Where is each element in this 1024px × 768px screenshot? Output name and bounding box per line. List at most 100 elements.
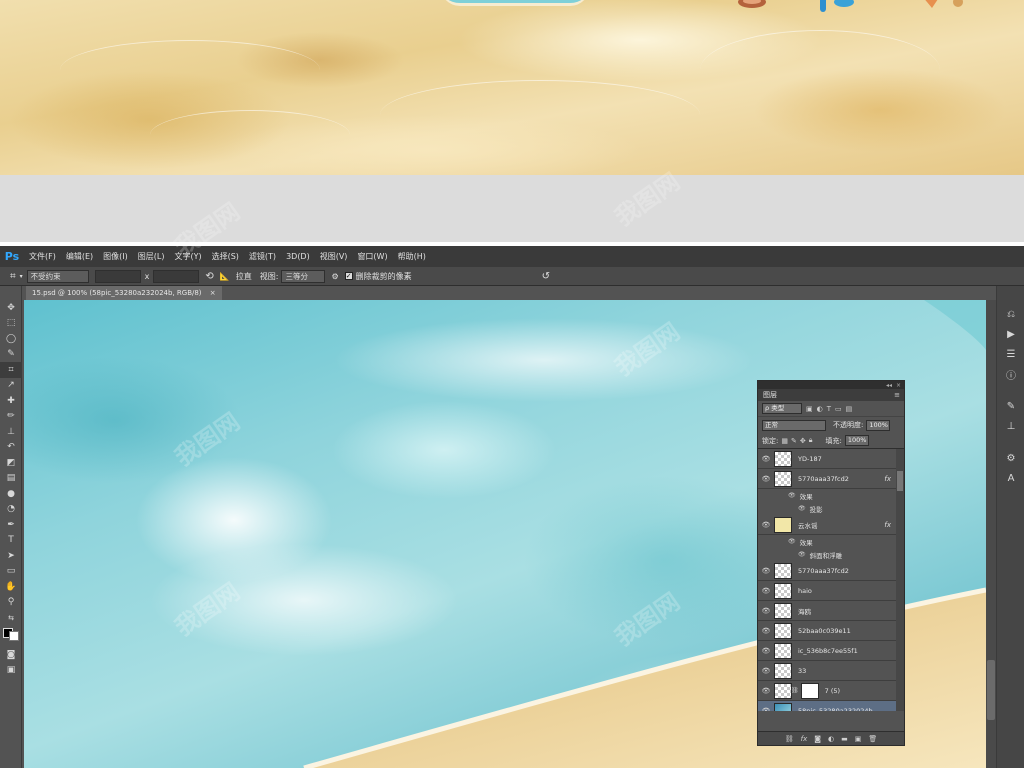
menu-select[interactable]: 选择(S) (207, 251, 244, 262)
dodge-tool-icon[interactable]: ◔ (0, 502, 22, 518)
menu-filter[interactable]: 滤镜(T) (244, 251, 281, 262)
settings-gear-icon[interactable]: ⚙ (331, 272, 338, 281)
close-panel-icon[interactable]: × (896, 382, 901, 389)
blend-mode-select[interactable]: 正常 (762, 419, 826, 431)
layers-scrollbar[interactable] (896, 449, 904, 711)
filter-adjustment-icon[interactable]: ◐ (817, 405, 823, 413)
close-tab-icon[interactable]: × (210, 289, 216, 297)
history-panel-icon[interactable]: ⎌ (997, 304, 1024, 324)
link-layers-icon[interactable]: ⛓︎ (785, 735, 794, 743)
history-brush-tool-icon[interactable]: ↶ (0, 440, 22, 456)
collapse-icon[interactable]: ◂◂ (886, 382, 892, 389)
layer-row[interactable]: 👁︎ 5770aaa37fcd2 (758, 561, 896, 581)
pen-tool-icon[interactable]: ✒ (0, 517, 22, 533)
menu-window[interactable]: 窗口(W) (352, 251, 392, 262)
eye-icon[interactable]: 👁︎ (758, 707, 774, 712)
layer-row[interactable]: 👁︎ YD-187 (758, 449, 896, 469)
color-swatches[interactable] (0, 626, 22, 642)
layer-row[interactable]: 👁︎ 33 (758, 661, 896, 681)
layer-row[interactable]: 👁︎ 海鸥 (758, 601, 896, 621)
eye-icon[interactable]: 👁︎ (758, 667, 774, 675)
eye-icon[interactable]: 👁︎ (758, 567, 774, 575)
adjustment-layer-icon[interactable]: ◐ (828, 735, 834, 743)
quick-mask-icon[interactable]: ◙ (0, 647, 22, 663)
vertical-scrollbar[interactable] (986, 300, 996, 768)
properties-panel-icon[interactable]: ☰ (997, 344, 1024, 364)
straighten-icon[interactable]: 📐 (220, 272, 230, 281)
adjust-panel-icon[interactable]: ⚙ (997, 448, 1024, 468)
eye-icon[interactable]: 👁︎ (758, 647, 774, 655)
layer-row[interactable]: 👁︎ ⛓︎ 7 (5) (758, 681, 896, 701)
blur-tool-icon[interactable]: ● (0, 486, 22, 502)
layer-row[interactable]: 👁︎ 52baa0c039e11 (758, 621, 896, 641)
marquee-tool-icon[interactable]: ⬚ (0, 316, 22, 332)
lock-pixels-icon[interactable]: ✎ (791, 437, 797, 445)
filter-shape-icon[interactable]: ▭ (835, 405, 842, 413)
effects-row[interactable]: 👁︎ 效果 (758, 489, 896, 502)
quick-select-tool-icon[interactable]: ✎ (0, 347, 22, 363)
lock-all-icon[interactable]: 🔒︎ (809, 436, 813, 445)
character-panel-icon[interactable]: A (997, 468, 1024, 488)
eye-icon[interactable]: 👁︎ (798, 505, 806, 512)
brush-tool-icon[interactable]: ✏ (0, 409, 22, 425)
tab-layers[interactable]: 图层 (763, 390, 777, 400)
opacity-input[interactable]: 100% (866, 419, 891, 431)
filter-smart-object-icon[interactable]: ▤ (846, 405, 853, 413)
zoom-tool-icon[interactable]: ⚲ (0, 595, 22, 611)
swap-colors-icon[interactable]: ⇆ (0, 610, 22, 626)
type-tool-icon[interactable]: T (0, 533, 22, 549)
layer-row[interactable]: 👁︎ haio (758, 581, 896, 601)
delete-layer-icon[interactable]: 🗑︎ (868, 735, 877, 743)
filter-type-icon[interactable]: T (827, 405, 831, 413)
tool-preset-dropdown-icon[interactable]: ▾ (20, 273, 23, 280)
menu-3d[interactable]: 3D(D) (281, 252, 315, 261)
add-mask-icon[interactable]: ◙ (814, 735, 821, 743)
delete-cropped-label[interactable]: 删除裁剪的像素 (356, 271, 412, 282)
eye-icon[interactable]: 👁︎ (788, 492, 796, 499)
eraser-tool-icon[interactable]: ◩ (0, 455, 22, 471)
screen-mode-icon[interactable]: ▣ (0, 663, 22, 679)
eyedropper-tool-icon[interactable]: ↗ (0, 378, 22, 394)
width-input[interactable] (94, 269, 141, 283)
clone-stamp-tool-icon[interactable]: ⊥ (0, 424, 22, 440)
layer-row[interactable]: 👁︎ 5770aaa37fcd2 fx (758, 469, 896, 489)
menu-view[interactable]: 视图(V) (315, 251, 353, 262)
filter-pixel-icon[interactable]: ▣ (806, 405, 813, 413)
menu-file[interactable]: 文件(F) (24, 251, 61, 262)
delete-cropped-checkbox[interactable]: ✓ (344, 272, 353, 280)
healing-brush-tool-icon[interactable]: ✚ (0, 393, 22, 409)
eye-icon[interactable]: 👁︎ (758, 455, 774, 463)
layer-row[interactable]: 👁︎ ic_536b8c7ee55f1 (758, 641, 896, 661)
fx-icon[interactable]: fx (884, 521, 891, 529)
layer-row[interactable]: 👁︎ 云水谣 fx (758, 515, 896, 535)
filter-kind-select[interactable]: ρ 类型 (762, 403, 802, 414)
link-chain-icon[interactable]: ⛓︎ (791, 687, 799, 694)
lasso-tool-icon[interactable]: ◯ (0, 331, 22, 347)
effect-row[interactable]: 👁︎ 斜面和浮雕 (758, 548, 896, 561)
gradient-tool-icon[interactable]: ▤ (0, 471, 22, 487)
eye-icon[interactable]: 👁︎ (758, 687, 774, 695)
document-tab[interactable]: 15.psd @ 100% (58pic_53280a232024b, RGB/… (26, 286, 222, 300)
eye-icon[interactable]: 👁︎ (758, 607, 774, 615)
eye-icon[interactable]: 👁︎ (758, 521, 774, 529)
panel-menu-icon[interactable]: ≡ (894, 391, 900, 399)
eye-icon[interactable]: 👁︎ (788, 538, 796, 545)
shape-tool-icon[interactable]: ▭ (0, 564, 22, 580)
fill-input[interactable]: 100% (844, 435, 869, 446)
crop-tool-icon[interactable]: ⌗ (10, 271, 16, 282)
lock-transparent-icon[interactable]: ▦ (781, 437, 788, 445)
menu-layer[interactable]: 图层(L) (133, 251, 170, 262)
effects-row[interactable]: 👁︎ 效果 (758, 535, 896, 548)
eye-icon[interactable]: 👁︎ (758, 587, 774, 595)
menu-type[interactable]: 文字(Y) (169, 251, 206, 262)
effect-row[interactable]: 👁︎ 投影 (758, 502, 896, 515)
overlay-select[interactable]: 三等分 (281, 269, 326, 283)
straighten-label[interactable]: 拉直 (236, 271, 252, 282)
scrollbar-thumb[interactable] (987, 660, 995, 720)
layer-mask-thumbnail[interactable] (800, 682, 819, 699)
hand-tool-icon[interactable]: ✋ (0, 579, 22, 595)
eye-icon[interactable]: 👁︎ (798, 551, 806, 558)
move-tool-icon[interactable]: ✥ (0, 300, 22, 316)
scrollbar-thumb[interactable] (897, 471, 903, 491)
height-input[interactable] (153, 269, 200, 283)
